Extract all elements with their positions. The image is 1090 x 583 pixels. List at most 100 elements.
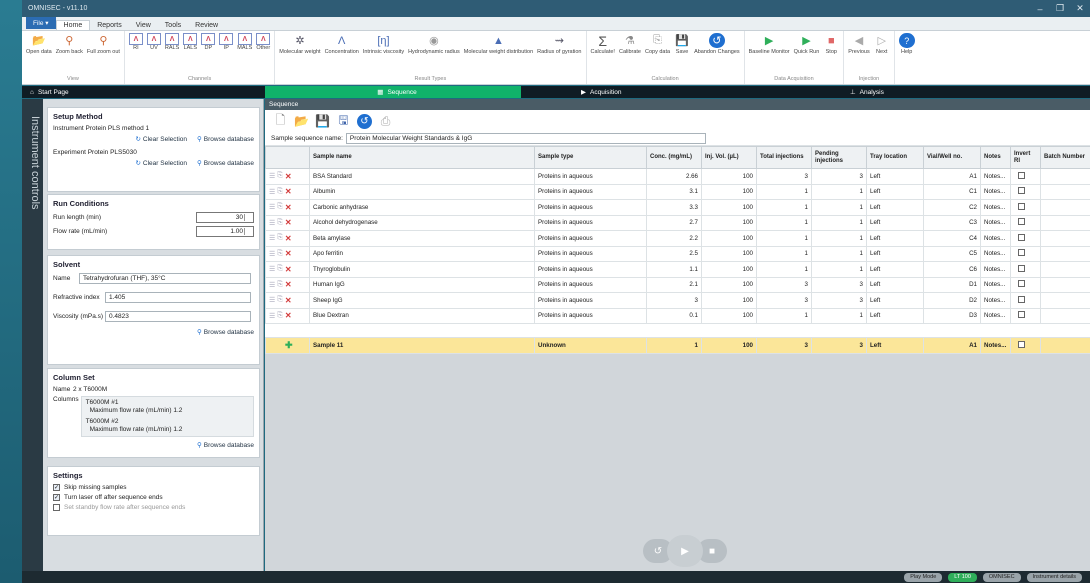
vial-cell[interactable]: A1 [923, 337, 981, 354]
hydrodynamic-radius-button[interactable]: ◉ Hydrodynamic radius [406, 31, 462, 76]
invert-ri-checkbox[interactable] [1018, 218, 1025, 226]
quick-run-button[interactable]: ▶ Quick Run [792, 31, 822, 76]
total-injections-cell[interactable]: 1 [756, 245, 812, 262]
injection-volume-cell[interactable]: 100 [701, 337, 757, 354]
maximize-icon[interactable]: ❐ [1050, 3, 1070, 14]
delete-row-icon[interactable]: ✕ [285, 187, 292, 196]
nav-acquisition[interactable]: ▶ Acquisition [521, 86, 780, 98]
zoom-back-button[interactable]: ⚲ Zoom back [54, 31, 85, 76]
sample-name-cell[interactable]: Sheep IgG [309, 292, 535, 309]
status-play-mode[interactable]: Play Mode [904, 572, 943, 582]
skip-missing-checkbox[interactable]: ✓ [53, 484, 60, 491]
notes-cell[interactable]: Notes... [980, 292, 1011, 309]
baseline-monitor-button[interactable]: ▶ Baseline Monitor [747, 31, 792, 76]
injection-volume-cell[interactable]: 100 [701, 261, 757, 278]
vial-cell[interactable]: C4 [923, 230, 981, 247]
tray-location-cell[interactable]: Left [866, 292, 924, 309]
total-injections-cell[interactable]: 1 [756, 261, 812, 278]
column-header[interactable]: Notes [980, 146, 1011, 169]
total-injections-cell[interactable]: 3 [756, 292, 812, 309]
notes-cell[interactable]: Notes... [980, 337, 1011, 354]
sample-type-cell[interactable]: Unknown [534, 337, 647, 354]
calculate-button[interactable]: Σ Calculate! [589, 31, 617, 76]
add-row-icon[interactable]: ✚ [285, 340, 293, 351]
table-row[interactable]: ☰ ⎘ ✕ Alcohol dehydrogenase Proteins in aque… [265, 214, 1090, 231]
invert-ri-checkbox[interactable] [1018, 341, 1025, 348]
delete-row-icon[interactable]: ✕ [285, 296, 292, 305]
viscosity-field[interactable]: 0.4823 [105, 311, 251, 322]
concentration-cell[interactable]: 3.1 [646, 183, 702, 200]
standby-flow-checkbox[interactable] [53, 504, 60, 511]
total-injections-cell[interactable]: 1 [756, 307, 812, 324]
intrinsic-viscosity-button[interactable]: [η] Intrinsic viscosity [361, 31, 406, 76]
copy-row-icon[interactable]: ⎘ [277, 234, 283, 242]
vial-cell[interactable]: C1 [923, 183, 981, 200]
column-header[interactable]: Pending injections [811, 146, 867, 169]
copy-data-button[interactable]: ⎘ Copy data [643, 31, 672, 76]
nav-analysis[interactable]: ⊥ Analysis [780, 86, 1090, 98]
injection-volume-cell[interactable]: 100 [701, 183, 757, 200]
notes-cell[interactable]: Notes... [980, 307, 1011, 324]
column-header[interactable]: Invert RI [1010, 146, 1041, 169]
column-header[interactable]: Sample name [309, 146, 535, 169]
total-injections-cell[interactable]: 3 [756, 168, 812, 185]
pending-injections-cell[interactable]: 3 [811, 337, 867, 354]
vial-cell[interactable]: D1 [923, 276, 981, 293]
batch-number-cell[interactable] [1040, 307, 1090, 324]
calibrate-button[interactable]: ⚗ Calibrate [617, 31, 643, 76]
drag-handle-icon[interactable]: ☰ [269, 250, 275, 258]
notes-cell[interactable]: Notes... [980, 261, 1011, 278]
copy-row-icon[interactable]: ⎘ [277, 203, 283, 211]
batch-number-cell[interactable] [1040, 245, 1090, 262]
concentration-cell[interactable]: 3.3 [646, 199, 702, 216]
table-row[interactable]: ☰ ⎘ ✕ Beta amylase Proteins in aqueous 2.2 100… [265, 230, 1090, 247]
save-button[interactable]: 💾 Save [672, 31, 692, 76]
batch-number-cell[interactable] [1040, 183, 1090, 200]
undo-icon[interactable]: ↺ [357, 113, 372, 129]
sample-type-cell[interactable]: Proteins in aqueous [534, 245, 647, 262]
batch-number-cell[interactable] [1040, 276, 1090, 293]
laser-off-checkbox[interactable]: ✓ [53, 494, 60, 501]
sample-name-cell[interactable]: Alcohol dehydrogenase [309, 214, 535, 231]
tray-location-cell[interactable]: Left [866, 199, 924, 216]
tab-view[interactable]: View [129, 21, 158, 30]
table-row[interactable]: ☰ ⎘ ✕ Carbonic anhydrase Proteins in aqueous… [265, 199, 1090, 216]
browse-database-link[interactable]: ⚲ Browse database [197, 328, 254, 337]
vial-cell[interactable]: C6 [923, 261, 981, 278]
injection-volume-cell[interactable]: 100 [701, 214, 757, 231]
batch-number-cell[interactable] [1040, 292, 1090, 309]
vial-cell[interactable]: D3 [923, 307, 981, 324]
injection-volume-cell[interactable]: 100 [701, 245, 757, 262]
injection-volume-cell[interactable]: 100 [701, 292, 757, 309]
column-header[interactable]: Total injections [756, 146, 812, 169]
copy-row-icon[interactable]: ⎘ [277, 250, 283, 258]
tray-location-cell[interactable]: Left [866, 168, 924, 185]
delete-row-icon[interactable]: ✕ [285, 280, 292, 289]
channel-ip-button[interactable]: Λ IP [217, 31, 235, 76]
concentration-cell[interactable]: 2.66 [646, 168, 702, 185]
sample-type-cell[interactable]: Proteins in aqueous [534, 168, 647, 185]
pending-injections-cell[interactable]: 1 [811, 199, 867, 216]
column-header[interactable]: Sample type [534, 146, 647, 169]
copy-row-icon[interactable]: ⎘ [277, 188, 283, 196]
vial-cell[interactable]: A1 [923, 168, 981, 185]
notes-cell[interactable]: Notes... [980, 245, 1011, 262]
save-icon[interactable]: 💾 [315, 114, 330, 129]
copy-row-icon[interactable]: ⎘ [277, 265, 283, 273]
pending-injections-cell[interactable]: 1 [811, 307, 867, 324]
delete-row-icon[interactable]: ✕ [285, 311, 292, 320]
pending-injections-cell[interactable]: 1 [811, 230, 867, 247]
delete-row-icon[interactable]: ✕ [285, 234, 292, 243]
invert-ri-checkbox[interactable] [1018, 202, 1025, 210]
sample-name-cell[interactable]: Sample 11 [309, 337, 535, 354]
status-lt[interactable]: LT 100 [948, 572, 977, 582]
table-row[interactable]: ☰ ⎘ ✕ Thyroglobulin Proteins in aqueous 1.1 10… [265, 261, 1090, 278]
injection-volume-cell[interactable]: 100 [701, 199, 757, 216]
copy-row-icon[interactable]: ⎘ [277, 219, 283, 227]
pending-injections-cell[interactable]: 1 [811, 183, 867, 200]
column-header[interactable]: Batch Number [1040, 146, 1090, 169]
pending-injections-cell[interactable]: 3 [811, 168, 867, 185]
column-header[interactable]: Vial/Well no. [923, 146, 981, 169]
delete-row-icon[interactable]: ✕ [285, 265, 292, 274]
batch-number-cell[interactable] [1040, 337, 1090, 354]
